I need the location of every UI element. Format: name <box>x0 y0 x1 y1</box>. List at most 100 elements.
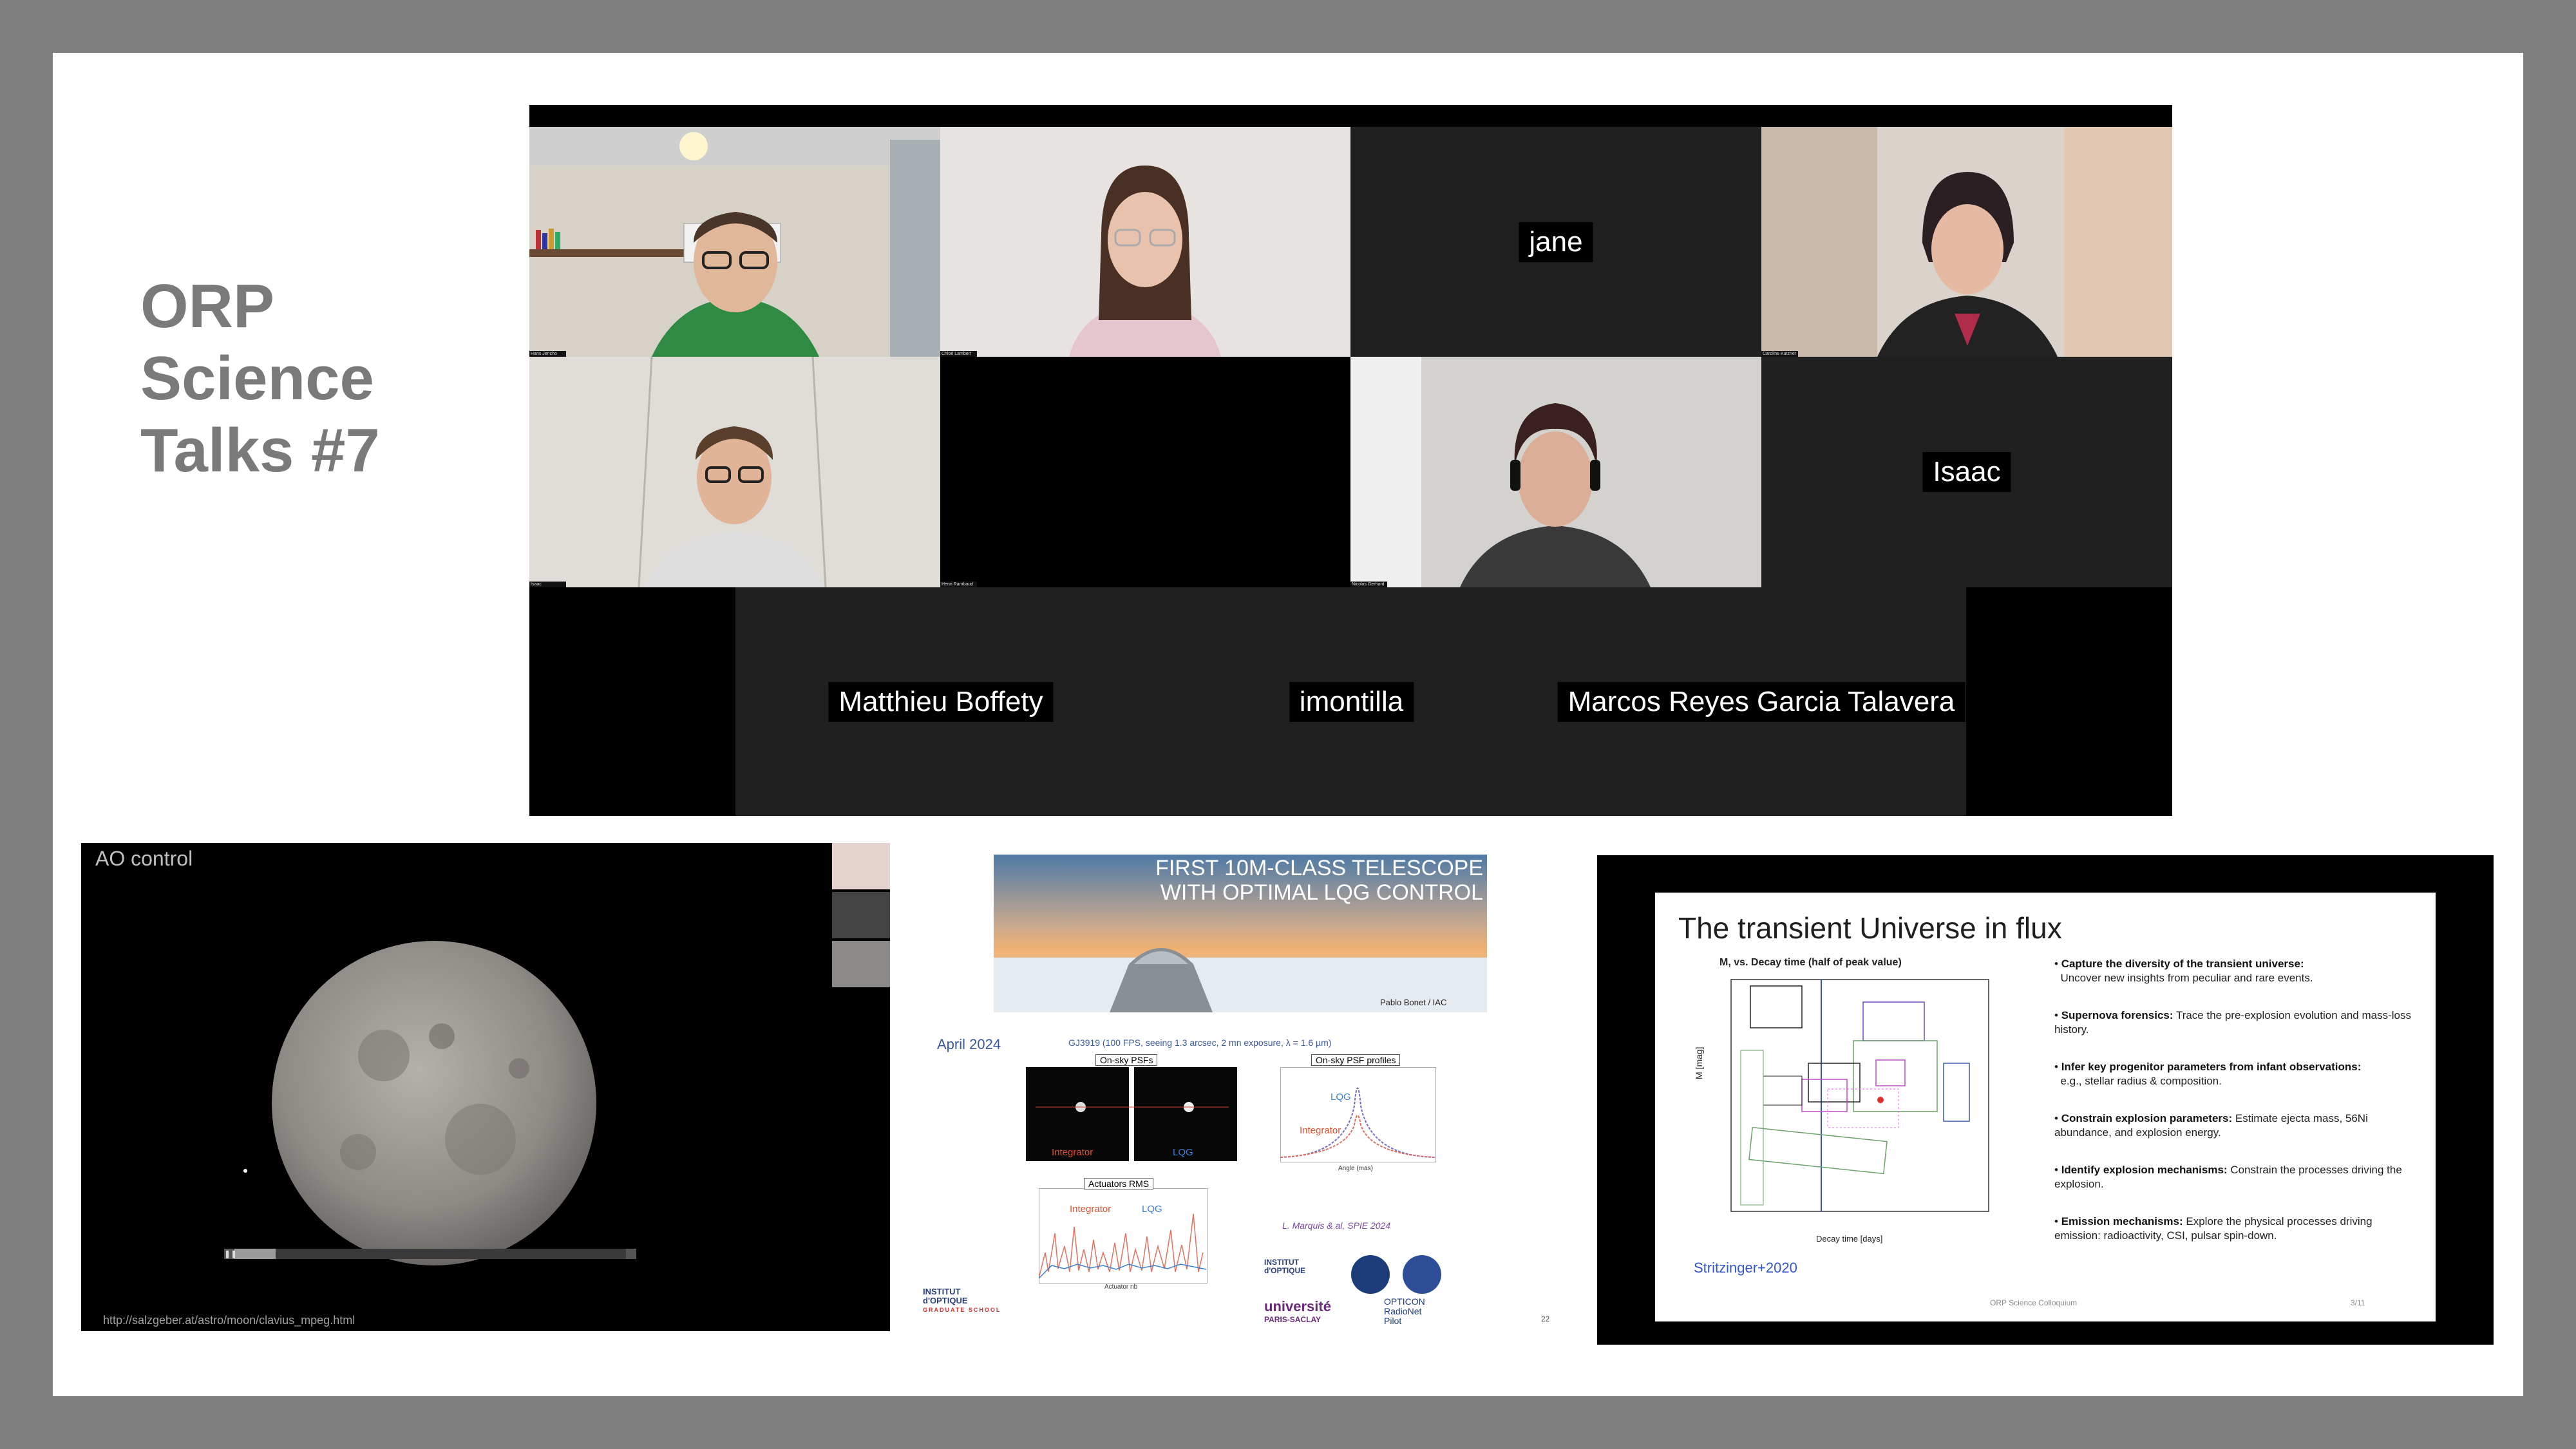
logo-text: RadioNet <box>1384 1306 1422 1316</box>
participant-name: Matthieu Boffety <box>828 681 1054 722</box>
y-axis-label: M [mag] <box>1694 1046 1704 1079</box>
participant-name: imontilla <box>1289 681 1414 722</box>
video-seek-bar[interactable] <box>224 1249 636 1259</box>
logo-text: Pilot <box>1384 1316 1402 1326</box>
banner-heading: FIRST 10M-CLASS TELESCOPE WITH OPTIMAL L… <box>994 856 1483 905</box>
bullet-head: Infer key progenitor parameters from inf… <box>2061 1061 2362 1073</box>
video-tile-1[interactable]: Hans Jericho <box>529 127 940 357</box>
participant-name: Marcos Reyes Garcia Talavera <box>1557 681 1965 722</box>
logo-text: GRADUATE SCHOOL <box>923 1307 1001 1313</box>
institut-optique-logo: INSTITUT d'OPTIQUE GRADUATE SCHOOL <box>923 1287 1032 1314</box>
x-axis-label: Decay time [days] <box>1816 1234 1883 1244</box>
video-tile-isaac[interactable]: Isaac <box>1761 357 2172 587</box>
actuators-label: Actuators RMS <box>1084 1178 1154 1189</box>
lqg-slide: FIRST 10M-CLASS TELESCOPE WITH OPTIMAL L… <box>916 849 1560 1332</box>
video-tile-jane[interactable]: jane <box>1350 127 1761 357</box>
bullet-item: • Emission mechanisms: Explore the physi… <box>2054 1215 2372 1242</box>
video-tile-matthieu[interactable]: Matthieu Boffety <box>735 587 1146 816</box>
bullet-item: • Identify explosion mechanisms: Constra… <box>2054 1164 2402 1190</box>
logo-text: université <box>1264 1298 1331 1314</box>
participant-video <box>1761 127 2172 357</box>
actuators-integrator-label: Integrator <box>1070 1204 1112 1215</box>
bullet-head: Emission mechanisms: <box>2061 1215 2183 1227</box>
video-tile-imontilla[interactable]: imontilla <box>1146 587 1557 816</box>
actuators-rms-plot: Actuators RMS Integrator LQG Actuator nb <box>1032 1178 1208 1293</box>
transient-universe-slide: The transient Universe in flux M, vs. De… <box>1597 855 2494 1345</box>
citation: Stritzinger+2020 <box>1694 1260 1797 1276</box>
actuators-lqg-label: LQG <box>1142 1204 1162 1215</box>
angle-axis-label: Angle (mas) <box>1338 1165 1373 1172</box>
participant-name-tag: Henri Rambaud <box>940 582 977 587</box>
profiles-label: On-sky PSF profiles <box>1311 1054 1401 1066</box>
ao-control-panel: AO control ❚❚ http://salzgeber.at/astro/… <box>81 843 890 1331</box>
participant-name-tag: Isaac <box>529 582 566 587</box>
participant-name: Isaac <box>1922 452 2011 492</box>
psf-lqg-label: LQG <box>1173 1147 1193 1158</box>
bullet-body: Uncover new insights from peculiar and r… <box>2060 972 2313 984</box>
actuator-bars <box>1039 1213 1206 1279</box>
slide-footer: ORP Science Colloquium <box>1990 1298 2078 1307</box>
video-tile-marcos[interactable]: Marcos Reyes Garcia Talavera <box>1557 587 1966 816</box>
slide-page-number: 22 <box>1541 1314 1550 1323</box>
thumbnail-strip <box>832 843 890 998</box>
bullet-item: • Supernova forensics: Trace the pre-exp… <box>2054 1009 2411 1036</box>
logo-text: d'OPTIQUE <box>923 1296 968 1305</box>
paris-saclay-logo: université PARIS-SACLAY <box>1264 1300 1331 1326</box>
institut-optique-logo-2: INSTITUT d'OPTIQUE <box>1264 1258 1329 1275</box>
profile-curves <box>1280 1087 1435 1158</box>
thumbnail-3[interactable] <box>832 941 890 987</box>
eu-logo <box>1351 1255 1390 1294</box>
logo-text: d'OPTIQUE <box>1264 1266 1306 1275</box>
logo-text: INSTITUT <box>923 1287 961 1296</box>
video-tile-7[interactable]: Nicolas Gerhard <box>1350 357 1761 587</box>
video-tile-5[interactable]: Isaac <box>529 357 940 587</box>
bullet-head: Supernova forensics: <box>2061 1009 2174 1021</box>
participant-video <box>940 127 1350 357</box>
image-credit: Pablo Bonet / IAC <box>1380 998 1447 1007</box>
video-tile-6[interactable]: Henri Rambaud <box>940 357 1350 587</box>
actuator-axis-label: Actuator nb <box>1104 1283 1138 1291</box>
bullet-head: Capture the diversity of the transient u… <box>2061 958 2304 970</box>
logo-text: PARIS-SACLAY <box>1264 1315 1321 1324</box>
title-line-2: Science <box>140 344 374 413</box>
participant-name-tag: Nicolas Gerhard <box>1350 582 1387 587</box>
slide-page-number: 3/11 <box>2351 1298 2365 1307</box>
video-source-url: http://salzgeber.at/astro/moon/clavius_m… <box>103 1314 355 1327</box>
psf-integrator-label: Integrator <box>1052 1147 1094 1158</box>
slide-date: April 2024 <box>937 1036 1001 1052</box>
title-line-1: ORP <box>140 272 275 341</box>
thumbnail-1[interactable] <box>832 843 890 889</box>
bullet-head: Constrain explosion parameters: <box>2061 1112 2233 1124</box>
title-line-3: Talks #7 <box>140 416 380 485</box>
fullscreen-icon[interactable] <box>626 1249 636 1259</box>
psf-profiles-plot: On-sky PSF profiles LQG Integrator Angle… <box>1261 1054 1436 1180</box>
bullet-item: • Constrain explosion parameters: Estima… <box>2054 1112 2368 1139</box>
participant-video <box>1350 357 1761 587</box>
participant-name-tag: Chloé Lambert <box>940 351 977 357</box>
participant-video <box>529 357 940 587</box>
bullet-body: e.g., stellar radius & composition. <box>2060 1075 2222 1087</box>
pause-icon[interactable]: ❚❚ <box>224 1249 237 1259</box>
participant-name-tag: Hans Jericho <box>529 351 566 357</box>
bullet-item: • Infer key progenitor parameters from i… <box>2054 1061 2362 1087</box>
participant-video <box>529 127 940 357</box>
slide-title: The transient Universe in flux <box>1678 911 2062 945</box>
profile-integrator-label: Integrator <box>1300 1125 1341 1136</box>
observation-info: GJ3919 (100 FPS, seeing 1.3 arcsec, 2 mn… <box>1068 1037 1332 1048</box>
plot-title: M, vs. Decay time (half of peak value) <box>1719 957 1902 968</box>
bullet-item: • Capture the diversity of the transient… <box>2054 958 2313 984</box>
event-title: ORP Science Talks #7 <box>140 270 501 487</box>
logo-text: OPTICON <box>1384 1296 1425 1307</box>
bullet-head: Identify explosion mechanisms: <box>2061 1164 2228 1176</box>
partner-logo <box>1403 1255 1441 1294</box>
thumbnail-2[interactable] <box>832 892 890 938</box>
video-tile-4[interactable]: Caroline Kutzner <box>1761 127 2172 357</box>
participant-name: jane <box>1519 222 1593 262</box>
banner-line-2: WITH OPTIMAL LQG CONTROL <box>1160 880 1483 905</box>
psf-center-glow <box>1036 1102 1229 1112</box>
slide-content: The transient Universe in flux M, vs. De… <box>1655 893 2436 1321</box>
psfs-label: On-sky PSFs <box>1095 1054 1158 1066</box>
opticon-logo: OPTICON RadioNet Pilot <box>1354 1297 1425 1326</box>
video-tile-2[interactable]: Chloé Lambert <box>940 127 1350 357</box>
banner-line-1: FIRST 10M-CLASS TELESCOPE <box>1155 856 1483 880</box>
